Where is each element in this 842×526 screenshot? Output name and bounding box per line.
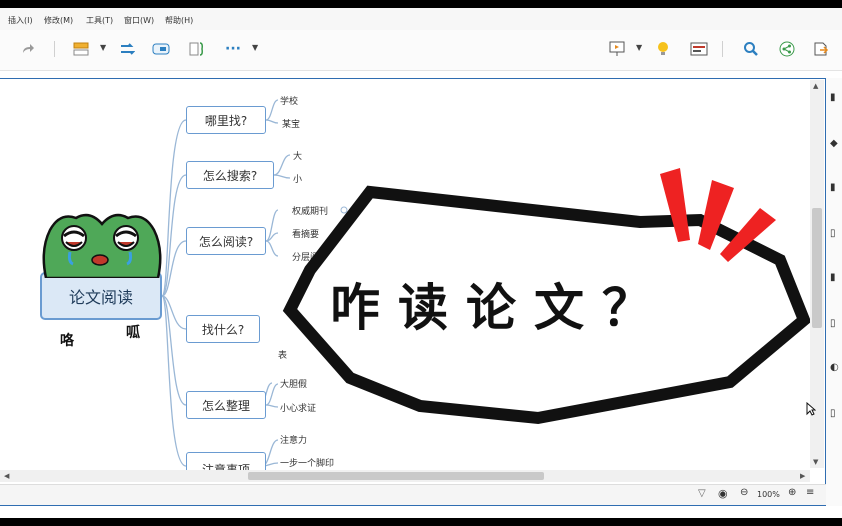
panel-icon[interactable]: ▯ <box>830 318 836 329</box>
panel-icon[interactable]: ◆ <box>830 138 838 149</box>
toolbar: ▼ ··· ▼ ▼ <box>0 30 842 71</box>
share-icon[interactable] <box>776 38 798 60</box>
subtopic[interactable]: 一步一个脚印 <box>280 456 334 469</box>
panel-icon[interactable]: ▯ <box>830 408 836 419</box>
frog-sticker <box>42 213 162 278</box>
topic-how-to-read[interactable]: 怎么阅读? <box>186 227 266 255</box>
panel-icon[interactable]: ▮ <box>830 92 836 103</box>
boundary-icon[interactable] <box>150 38 172 60</box>
panel-icon[interactable]: ▮ <box>830 272 836 283</box>
topic-what-to-find[interactable]: 找什么? <box>186 315 260 343</box>
subtopic[interactable]: 注意力 <box>280 433 307 446</box>
relationship-icon[interactable] <box>116 38 138 60</box>
mouse-cursor-icon <box>806 402 816 416</box>
outline-icon[interactable] <box>688 38 710 60</box>
scroll-right-icon[interactable]: ▶ <box>800 472 805 480</box>
fit-icon[interactable]: ≡ <box>806 487 814 498</box>
scroll-left-icon[interactable]: ◀ <box>4 472 9 480</box>
redo-icon[interactable] <box>18 38 38 60</box>
scroll-down-icon[interactable]: ▼ <box>813 458 818 466</box>
menu-help[interactable]: 帮助(H) <box>165 15 193 26</box>
zoom-out-icon[interactable]: ⊖ <box>740 487 748 498</box>
view-icon[interactable]: ◉ <box>718 487 728 500</box>
panel-icon[interactable]: ▯ <box>830 228 836 239</box>
more-icon[interactable]: ··· <box>222 38 244 60</box>
filter-icon[interactable]: ▽ <box>698 488 706 499</box>
frog-sound-left: 咯 <box>60 333 74 349</box>
panel-icon[interactable]: ▮ <box>830 182 836 193</box>
search-icon[interactable] <box>740 38 762 60</box>
subtopic[interactable]: 某宝 <box>282 117 300 130</box>
horizontal-scroll-thumb[interactable] <box>248 472 544 480</box>
menu-bar: 插入(I) 修改(M) 工具(T) 窗口(W) 帮助(H) <box>0 8 842 30</box>
topic-how-to-organize[interactable]: 怎么整理 <box>186 391 266 419</box>
zoom-in-icon[interactable]: ⊕ <box>788 487 796 498</box>
presentation-icon[interactable] <box>606 38 628 60</box>
menu-tools[interactable]: 工具(T) <box>86 15 113 26</box>
menu-insert[interactable]: 插入(I) <box>8 15 33 26</box>
insert-topic-icon[interactable] <box>70 38 92 60</box>
menu-modify[interactable]: 修改(M) <box>44 15 73 26</box>
bubble-headline: 咋读论文？ <box>330 279 670 337</box>
scroll-up-icon[interactable]: ▲ <box>813 82 818 90</box>
panel-icon[interactable]: ◐ <box>830 362 839 373</box>
export-icon[interactable] <box>810 38 832 60</box>
menu-window[interactable]: 窗口(W) <box>124 15 154 26</box>
lightbulb-icon[interactable] <box>652 38 674 60</box>
status-bar: ▽ ◉ ⊖ 100% ⊕ ≡ <box>0 484 826 505</box>
frog-sound-right: 呱 <box>126 325 140 341</box>
zoom-level[interactable]: 100% <box>757 490 780 499</box>
vertical-scroll-thumb[interactable] <box>812 208 822 328</box>
summary-icon[interactable] <box>186 38 208 60</box>
topic-where-to-find[interactable]: 哪里找? <box>186 106 266 134</box>
subtopic[interactable]: 学校 <box>280 94 298 107</box>
side-panel-strip: ▮ ◆ ▮ ▯ ▮ ▯ ◐ ▯ <box>826 78 842 506</box>
central-topic[interactable]: 论文阅读 <box>40 272 162 320</box>
